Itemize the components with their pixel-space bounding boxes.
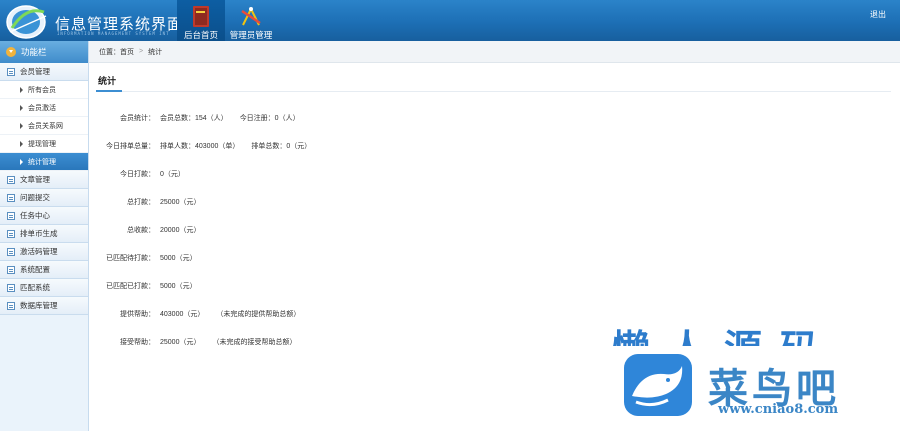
stat-label: 今日排单总量： <box>106 143 155 150</box>
top-header: 信息管理系统界面 INFORMATION MANAGEMENT SYSTEM I… <box>0 0 900 41</box>
bird-logo-icon <box>624 354 692 416</box>
stat-label: 总收款： <box>127 227 155 234</box>
list-icon <box>7 67 15 76</box>
stat-value: 20000（元） <box>160 225 200 235</box>
globe-logo-icon <box>6 5 47 39</box>
stat-value-text: 0（元） <box>160 171 185 178</box>
caret-right-icon <box>20 104 23 111</box>
stat-label: 今日打款： <box>120 171 155 178</box>
stat-value: 0（元） <box>160 169 185 179</box>
caret-right-icon <box>20 158 23 165</box>
book-icon <box>193 6 209 27</box>
tab-admin[interactable]: 管理员管理 <box>226 0 276 41</box>
collapse-icon <box>6 47 16 57</box>
tab-home-label: 后台首页 <box>183 30 218 40</box>
stat-value: 排单人数：403000（单） 排单总数：0（元） <box>160 141 311 151</box>
stat-value: 5000（元） <box>160 253 197 263</box>
stat-value-text: 会员总数：154（人） <box>160 115 228 122</box>
app-subtitle: INFORMATION MANAGEMENT SYSTEM INT <box>57 31 170 36</box>
stat-label: 已匹配已打款： <box>106 283 155 290</box>
caret-right-icon <box>20 86 23 93</box>
sidebar-item-label: 所有会员 <box>28 86 56 94</box>
sidebar-header[interactable]: 功能栏 <box>0 41 88 63</box>
stat-value-text: 20000（元） <box>160 227 201 234</box>
stat-value-text: 25000（元） <box>160 199 201 206</box>
stat-value: 会员总数：154（人） 今日注册：0（人） <box>160 113 300 123</box>
stat-label: 会员统计： <box>120 115 155 122</box>
tools-icon <box>241 6 261 26</box>
breadcrumb-current[interactable]: 统计 <box>148 47 162 57</box>
stat-value-text: 403000（元） <box>160 311 205 318</box>
logout-link[interactable]: 退出 <box>870 9 886 20</box>
stat-value-text: 排单人数：403000（单） <box>160 143 240 150</box>
sidebar-item-all-members[interactable]: 所有会员 <box>0 81 88 99</box>
page-title: 统计 <box>98 76 117 86</box>
title-divider <box>96 91 891 92</box>
stat-value: 25000（元） （未完成的接受帮助总额） <box>160 337 296 347</box>
stat-value-text: 25000（元） <box>160 339 201 346</box>
stat-extra-text: （未完成的接受帮助总额） <box>212 339 297 346</box>
stat-extra-text: 排单总数：0（元） <box>251 143 312 150</box>
sidebar-group-label: 会员管理 <box>20 67 50 76</box>
sidebar-item-label: 会员激活 <box>28 104 56 112</box>
stat-label: 接受帮助： <box>120 339 155 346</box>
edit-icon <box>7 211 15 220</box>
list-icon <box>7 265 15 274</box>
stat-value: 5000（元） <box>160 281 197 291</box>
title-underline <box>96 90 122 92</box>
sidebar-group-label: 任务中心 <box>20 211 50 220</box>
stat-extra-text: （未完成的提供帮助总额） <box>216 311 301 318</box>
sidebar: 功能栏 会员管理 所有会员 会员激活 会员关系网 提现管理 统计管理 文章管理 … <box>0 41 89 431</box>
watermark-url: www.cniao8.com <box>718 402 839 417</box>
stat-label: 已匹配待打款： <box>106 255 155 262</box>
stat-value: 25000（元） <box>160 197 200 207</box>
breadcrumb-prefix: 位置： <box>99 48 120 56</box>
breadcrumb: 位置： 首页 > 统计 <box>89 41 900 63</box>
breadcrumb-separator: > <box>139 48 144 55</box>
sidebar-group-tasks[interactable]: 任务中心 <box>0 207 88 225</box>
sidebar-group-members[interactable]: 会员管理 <box>0 63 88 81</box>
sidebar-item-label: 统计管理 <box>28 158 56 166</box>
stat-value: 403000（元） （未完成的提供帮助总额） <box>160 309 300 319</box>
stat-label: 总打款： <box>127 199 155 206</box>
sidebar-header-label: 功能栏 <box>21 47 47 57</box>
stat-extra-text: 今日注册：0（人） <box>239 115 300 122</box>
stat-value-text: 5000（元） <box>160 255 197 262</box>
watermark-top-text: 懒人源码 <box>612 318 836 346</box>
breadcrumb-home[interactable]: 首页 <box>120 47 134 57</box>
stat-label: 提供帮助： <box>120 311 155 318</box>
sidebar-group-label: 系统配置 <box>20 265 50 274</box>
tab-admin-label: 管理员管理 <box>229 30 273 40</box>
stat-value-text: 5000（元） <box>160 283 197 290</box>
caret-right-icon <box>20 122 23 129</box>
tab-home[interactable]: 后台首页 <box>177 0 225 41</box>
sidebar-group-system-config[interactable]: 系统配置 <box>0 261 88 279</box>
